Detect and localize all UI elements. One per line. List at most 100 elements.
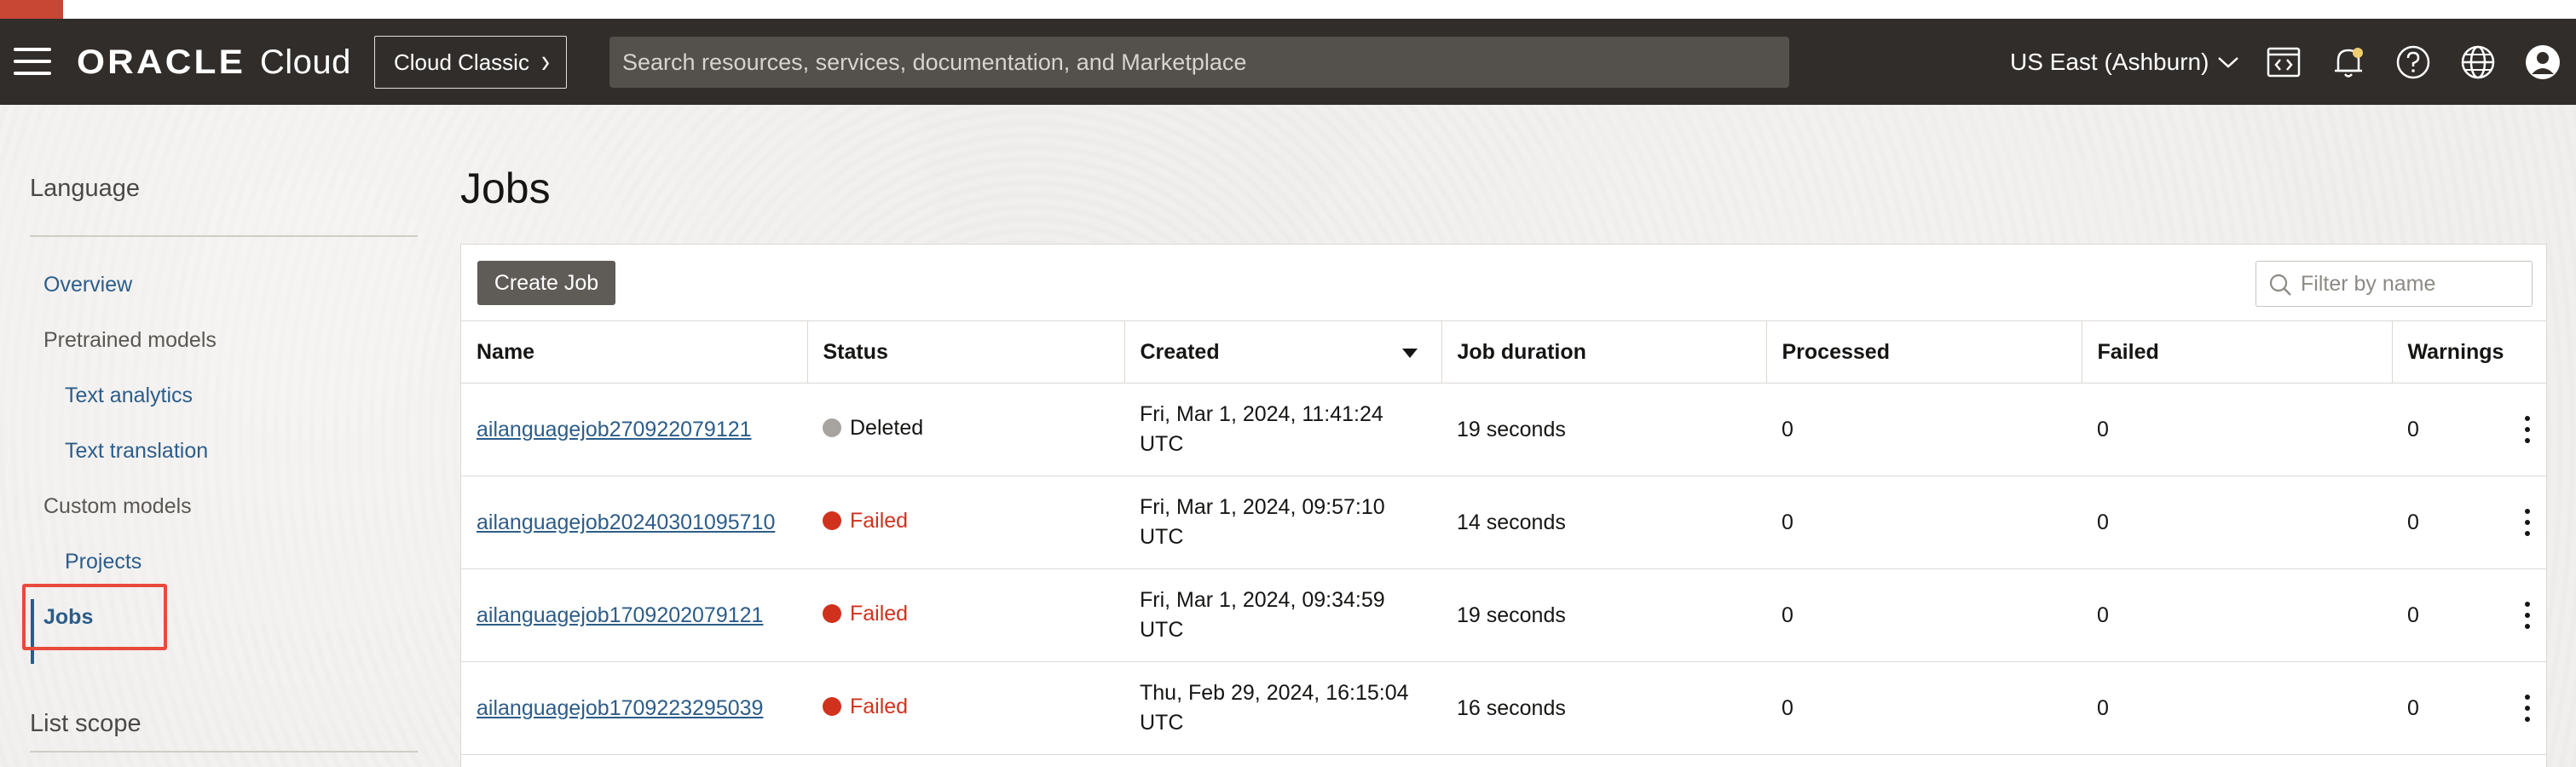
sidebar-divider — [30, 235, 418, 237]
column-header-warnings[interactable]: Warnings — [2392, 320, 2546, 384]
status-text: Deleted — [850, 415, 924, 440]
console-header: ORACLE Cloud Cloud Classic › Search reso… — [0, 19, 2576, 105]
processed-cell: 0 — [1766, 568, 2082, 662]
status-dot-icon — [823, 604, 841, 624]
column-header-created-label: Created — [1140, 339, 1220, 364]
create-job-button[interactable]: Create Job — [477, 261, 615, 305]
warnings-cell: 0 — [2392, 383, 2546, 476]
warnings-value: 0 — [2407, 417, 2419, 441]
duration-cell: 19 seconds — [1441, 568, 1766, 662]
chevron-right-icon: › — [540, 43, 550, 80]
failed-cell: 0 — [2082, 568, 2392, 662]
sidebar-item-projects[interactable]: Projects — [65, 550, 142, 574]
job-name-link[interactable]: ailanguagejob1709223295039 — [477, 696, 763, 720]
highlight-box — [22, 584, 167, 650]
sidebar-heading-custom-models: Custom models — [43, 494, 192, 518]
search-icon — [2269, 274, 2291, 296]
sidebar-title: Language — [30, 175, 141, 202]
kebab-menu-icon[interactable] — [2517, 412, 2538, 447]
page-title: Jobs — [460, 164, 551, 212]
sort-descending-icon[interactable] — [1401, 349, 1418, 358]
status-badge: Deleted — [823, 416, 923, 441]
sidebar-item-text-translation[interactable]: Text translation — [65, 439, 208, 464]
table-row: ailanguagejob20240301095710 Failed Fri, … — [461, 476, 2546, 569]
created-timezone: UTC — [1140, 618, 1184, 642]
failed-cell: 0 — [2082, 476, 2392, 569]
duration-cell: 16 seconds — [1441, 661, 1766, 755]
hamburger-icon[interactable] — [14, 48, 51, 75]
table-header-row: Name Status Created Job duration Process… — [461, 320, 2546, 384]
jobs-panel: Create Job Filter by name Name Status Cr… — [460, 244, 2547, 767]
user-avatar-icon[interactable] — [2521, 41, 2564, 84]
main-content: Jobs Create Job Filter by name Name Stat… — [460, 105, 2576, 767]
duration-cell: 14 seconds — [1441, 476, 1766, 569]
table-row: ailanguagejob1709223295039 Failed Thu, F… — [461, 661, 2546, 755]
created-cell: Thu, Feb 29, 2024, 16:15:04 UTC — [1124, 661, 1441, 755]
oracle-cloud-logo[interactable]: ORACLE Cloud — [77, 41, 351, 84]
created-date: Fri, Mar 1, 2024, 11:41:24 — [1140, 402, 1383, 426]
failed-cell: 0 — [2082, 661, 2392, 755]
job-name-link[interactable]: ailanguagejob20240301095710 — [477, 510, 775, 534]
created-cell: Fri, Mar 1, 2024, 09:57:10 UTC — [1124, 476, 1441, 569]
cloud-classic-button[interactable]: Cloud Classic › — [374, 36, 567, 89]
chevron-down-icon — [2218, 57, 2239, 68]
column-header-processed[interactable]: Processed — [1766, 320, 2082, 384]
column-header-job-duration[interactable]: Job duration — [1441, 320, 1767, 384]
created-date: Fri, Mar 1, 2024, 09:34:59 — [1140, 588, 1385, 612]
jobs-table: Name Status Created Job duration Process… — [461, 320, 2546, 755]
column-header-status[interactable]: Status — [807, 320, 1125, 384]
sidebar-heading-pretrained-models: Pretrained models — [43, 328, 217, 352]
notification-bell-icon[interactable] — [2327, 41, 2370, 84]
warnings-value: 0 — [2407, 695, 2419, 720]
processed-cell: 0 — [1766, 661, 2082, 755]
warnings-value: 0 — [2407, 603, 2419, 627]
warnings-cell: 0 — [2392, 661, 2546, 755]
brand-color-block — [0, 0, 63, 19]
status-dot-icon — [823, 418, 841, 438]
warnings-cell: 0 — [2392, 476, 2546, 569]
created-timezone: UTC — [1140, 525, 1184, 549]
created-cell: Fri, Mar 1, 2024, 11:41:24 UTC — [1124, 383, 1441, 476]
column-header-name[interactable]: Name — [461, 320, 808, 384]
list-scope-divider — [30, 751, 418, 753]
table-row: ailanguagejob1709202079121 Failed Fri, M… — [461, 568, 2546, 662]
status-text: Failed — [850, 601, 909, 626]
table-row: ailanguagejob270922079121 Deleted Fri, M… — [461, 383, 2546, 476]
created-timezone: UTC — [1140, 711, 1184, 735]
search-placeholder: Search resources, services, documentatio… — [622, 49, 1247, 75]
kebab-menu-icon[interactable] — [2517, 691, 2538, 725]
status-badge: Failed — [823, 602, 908, 626]
status-text: Failed — [850, 508, 909, 533]
job-name-link[interactable]: ailanguagejob1709202079121 — [477, 603, 763, 627]
status-dot-icon — [823, 511, 841, 531]
logo-cloud-text: Cloud — [259, 43, 351, 81]
region-selector[interactable]: US East (Ashburn) — [2010, 41, 2239, 84]
status-dot-icon — [823, 697, 841, 717]
sidebar: Language Overview Pretrained models Text… — [0, 105, 426, 767]
global-search-input[interactable]: Search resources, services, documentatio… — [609, 37, 1789, 88]
job-name-link[interactable]: ailanguagejob270922079121 — [477, 418, 752, 441]
kebab-menu-icon[interactable] — [2517, 505, 2538, 539]
column-header-failed[interactable]: Failed — [2082, 320, 2393, 384]
sidebar-item-overview[interactable]: Overview — [43, 273, 132, 297]
code-editor-icon[interactable] — [2262, 41, 2305, 84]
help-icon[interactable] — [2392, 41, 2434, 84]
status-badge: Failed — [823, 509, 908, 533]
column-header-created[interactable]: Created — [1124, 320, 1442, 384]
cloud-classic-label: Cloud Classic — [394, 49, 529, 75]
created-date: Thu, Feb 29, 2024, 16:15:04 — [1140, 681, 1409, 705]
region-label: US East (Ashburn) — [2010, 49, 2209, 75]
created-cell: Fri, Mar 1, 2024, 09:34:59 UTC — [1124, 568, 1441, 662]
warnings-cell: 0 — [2392, 568, 2546, 662]
status-badge: Failed — [823, 695, 908, 719]
failed-cell: 0 — [2082, 383, 2392, 476]
duration-cell: 19 seconds — [1441, 383, 1766, 476]
created-date: Fri, Mar 1, 2024, 09:57:10 — [1140, 495, 1385, 519]
kebab-menu-icon[interactable] — [2517, 598, 2538, 632]
filter-by-name-input[interactable]: Filter by name — [2255, 261, 2533, 307]
sidebar-item-text-analytics[interactable]: Text analytics — [65, 384, 193, 408]
list-scope-title: List scope — [30, 710, 142, 737]
processed-cell: 0 — [1766, 383, 2082, 476]
logo-oracle-text: ORACLE — [77, 43, 246, 81]
globe-icon[interactable] — [2457, 41, 2499, 84]
